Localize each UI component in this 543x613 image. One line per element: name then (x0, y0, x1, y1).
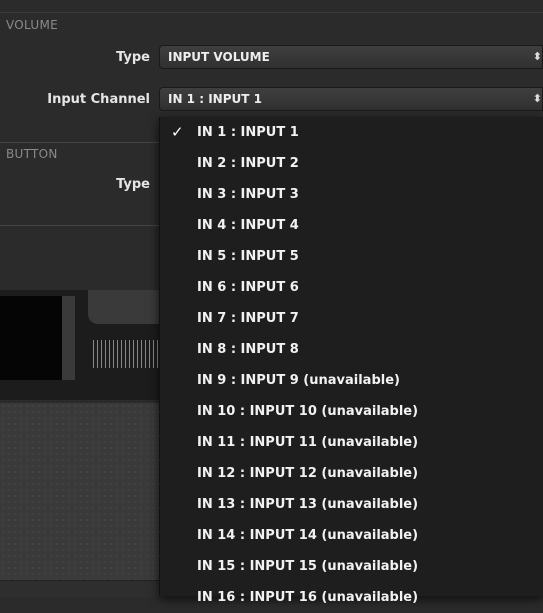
dropdown-item-label: IN 8 : INPUT 8 (197, 342, 299, 357)
dropdown-item[interactable]: IN 2 : INPUT 2 (160, 148, 543, 179)
dropdown-item-label: IN 6 : INPUT 6 (197, 280, 299, 295)
device-screen (0, 296, 62, 380)
type-label: Type (116, 50, 150, 65)
dropdown-item[interactable]: IN 8 : INPUT 8 (160, 334, 543, 365)
dropdown-item-label: IN 10 : INPUT 10 (unavailable) (197, 404, 419, 419)
checkmark-icon: ✓ (171, 123, 184, 141)
dropdown-item[interactable]: IN 10 : INPUT 10 (unavailable) (160, 396, 543, 427)
dropdown-item-label: IN 16 : INPUT 16 (unavailable) (197, 590, 419, 605)
dropdown-item[interactable]: IN 11 : INPUT 11 (unavailable) (160, 427, 543, 458)
device-tab (88, 290, 168, 324)
dropdown-item-label: IN 7 : INPUT 7 (197, 311, 299, 326)
input-channel-dropdown-menu[interactable]: ✓ IN 1 : INPUT 1 IN 2 : INPUT 2 IN 3 : INPU… (159, 117, 543, 605)
dropdown-item[interactable]: IN 12 : INPUT 12 (unavailable) (160, 458, 543, 489)
button-type-label: Type (116, 177, 150, 192)
type-select[interactable]: INPUT VOLUME ⬍ (159, 45, 543, 69)
type-select-value: INPUT VOLUME (168, 50, 270, 64)
dropdown-item-label: IN 3 : INPUT 3 (197, 187, 299, 202)
dropdown-item[interactable]: IN 4 : INPUT 4 (160, 210, 543, 241)
dropdown-item[interactable]: IN 7 : INPUT 7 (160, 303, 543, 334)
dropdown-item-label: IN 9 : INPUT 9 (unavailable) (197, 373, 400, 388)
dropdown-item-label: IN 1 : INPUT 1 (197, 125, 299, 140)
updown-arrows-icon: ⬍ (532, 50, 542, 63)
dropdown-item[interactable]: IN 3 : INPUT 3 (160, 179, 543, 210)
device-bar (62, 296, 75, 380)
dropdown-item-label: IN 12 : INPUT 12 (unavailable) (197, 466, 419, 481)
dropdown-item-label: IN 13 : INPUT 13 (unavailable) (197, 497, 419, 512)
device-grille (93, 340, 163, 368)
dropdown-item[interactable]: IN 16 : INPUT 16 (unavailable) (160, 582, 543, 613)
dropdown-item[interactable]: IN 9 : INPUT 9 (unavailable) (160, 365, 543, 396)
top-border (0, 12, 543, 13)
input-channel-select-value: IN 1 : INPUT 1 (168, 92, 262, 106)
section-title-volume: VOLUME (6, 18, 59, 32)
dropdown-item-label: IN 14 : INPUT 14 (unavailable) (197, 528, 419, 543)
input-channel-select[interactable]: IN 1 : INPUT 1 ⬍ (159, 87, 543, 111)
dropdown-item-label: IN 2 : INPUT 2 (197, 156, 299, 171)
dropdown-item-label: IN 11 : INPUT 11 (unavailable) (197, 435, 419, 450)
dropdown-item[interactable]: IN 13 : INPUT 13 (unavailable) (160, 489, 543, 520)
section-title-button: BUTTON (6, 147, 58, 161)
dropdown-item[interactable]: IN 5 : INPUT 5 (160, 241, 543, 272)
dropdown-item[interactable]: IN 15 : INPUT 15 (unavailable) (160, 551, 543, 582)
dropdown-item[interactable]: ✓ IN 1 : INPUT 1 (160, 117, 543, 148)
input-channel-label: Input Channel (47, 92, 150, 107)
dropdown-item[interactable]: IN 6 : INPUT 6 (160, 272, 543, 303)
updown-arrows-icon: ⬍ (532, 92, 542, 105)
dropdown-item-label: IN 4 : INPUT 4 (197, 218, 299, 233)
dropdown-item-label: IN 15 : INPUT 15 (unavailable) (197, 559, 419, 574)
dropdown-item-label: IN 5 : INPUT 5 (197, 249, 299, 264)
dropdown-item[interactable]: IN 14 : INPUT 14 (unavailable) (160, 520, 543, 551)
